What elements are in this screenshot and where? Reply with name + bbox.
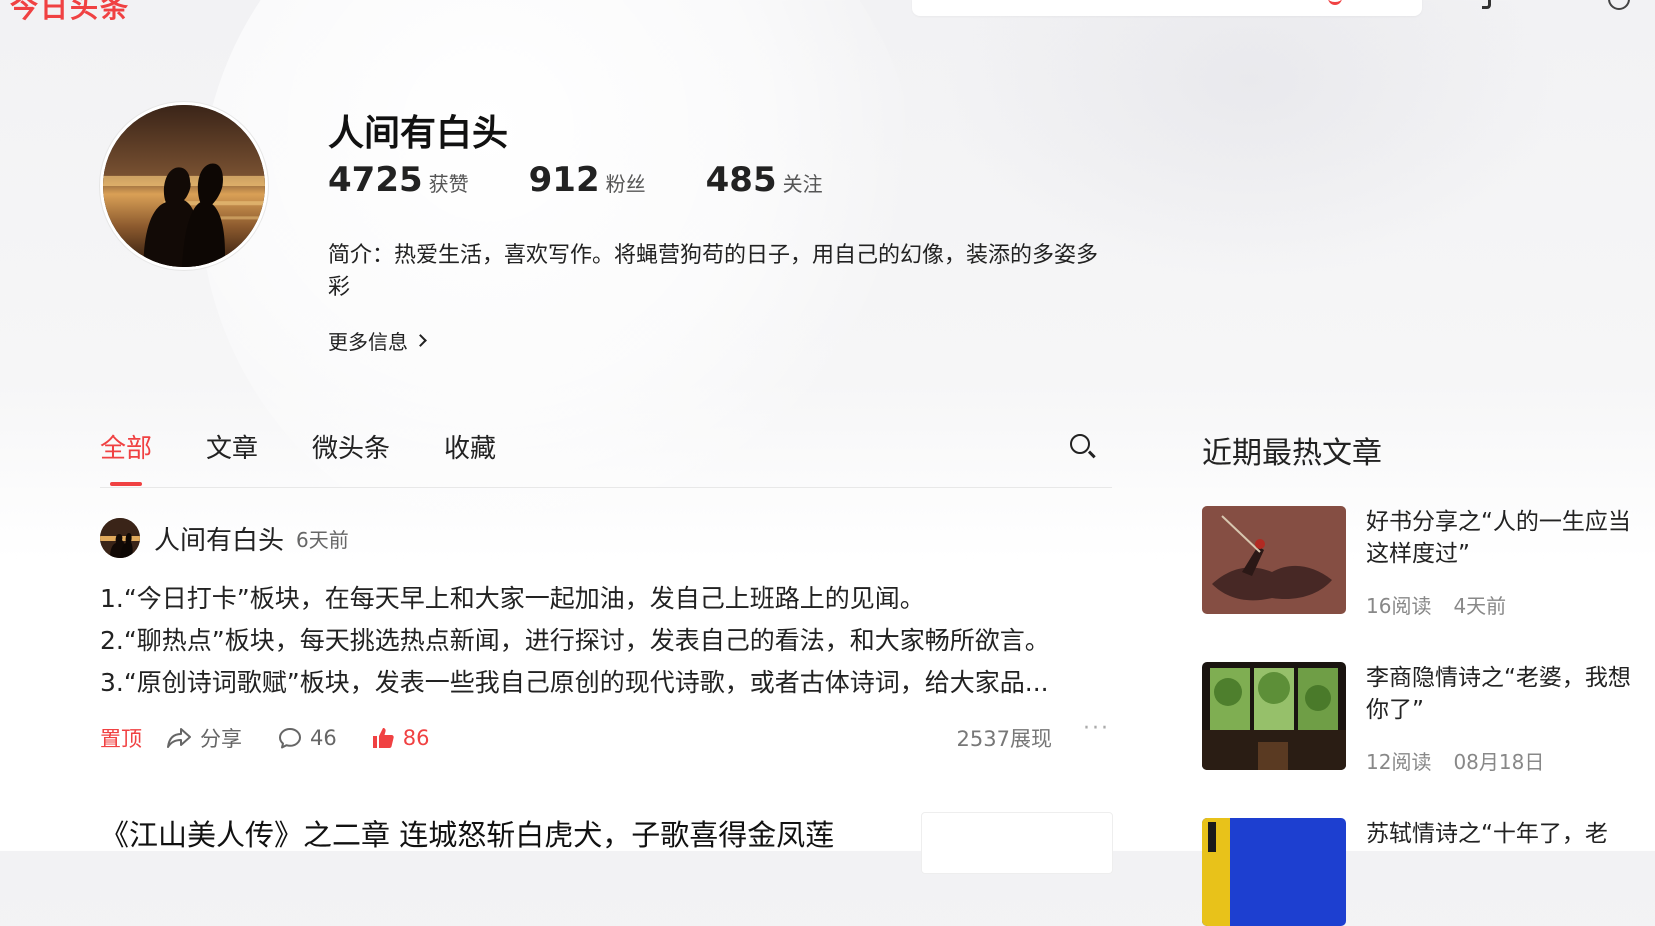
post-line: 3.“原创诗词歌赋”板块，发表一些我自己原创的现代诗歌，或者古体诗词，给大家品.… — [100, 668, 1049, 697]
hot-article-title: 苏轼情诗之“十年了，老 — [1366, 821, 1608, 847]
post-timestamp: 6天前 — [296, 527, 349, 552]
top-search-box[interactable] — [912, 0, 1422, 16]
post-author[interactable]: 人间有白头 — [154, 520, 284, 557]
stat-followers[interactable]: 912 粉丝 — [529, 160, 646, 200]
hot-article-title: 李商隐情诗之“老婆，我想你了” — [1366, 665, 1631, 723]
view-count: 2537展现 — [956, 727, 1052, 751]
share-button[interactable]: 分享 — [166, 723, 242, 753]
tab-favorites[interactable]: 收藏 — [444, 428, 496, 465]
sidebar-title: 近期最热文章 — [1202, 436, 1382, 471]
comment-icon — [279, 728, 301, 749]
pinned-badge: 置顶 — [100, 727, 142, 751]
publish-time: 4天前 — [1453, 594, 1507, 618]
hot-article-meta: 12阅读 08月18日 — [1366, 746, 1544, 775]
stat-number: 4725 — [328, 160, 423, 200]
post-actions: 置顶 分享 46 86 2537展现 ··· — [100, 716, 1112, 754]
stat-likes[interactable]: 4725 获赞 — [328, 160, 469, 200]
stat-label: 粉丝 — [605, 172, 646, 196]
more-info-label: 更多信息 — [328, 330, 408, 354]
publish-time: 08月18日 — [1453, 750, 1545, 774]
post-header: 人间有白头 6天前 — [100, 518, 349, 558]
thumbs-up-icon — [372, 728, 394, 748]
post-line: 1.“今日打卡”板块，在每天早上和大家一起加油，发自己上班路上的见闻。 — [100, 584, 925, 613]
divider — [100, 487, 1112, 488]
share-icon — [167, 728, 191, 748]
user-menu-icon[interactable] — [1608, 0, 1630, 10]
background-decoration — [940, 0, 1560, 280]
tab-articles[interactable]: 文章 — [206, 428, 258, 465]
stat-following[interactable]: 485 关注 — [706, 160, 823, 200]
profile-stats: 4725 获赞 912 粉丝 485 关注 — [328, 160, 883, 200]
hot-article-meta: 16阅读 4天前 — [1366, 590, 1506, 619]
post-line: 2.“聊热点”板块，每天挑选热点新闻，进行探讨，发表自己的看法，和大家畅所欲言。 — [100, 626, 1050, 655]
tab-micro-posts[interactable]: 微头条 — [312, 428, 390, 465]
article-thumbnail — [1202, 506, 1346, 614]
stat-label: 获赞 — [428, 172, 469, 196]
article-thumbnail — [1202, 818, 1346, 926]
avatar[interactable] — [100, 518, 140, 558]
hot-article-title: 好书分享之“人的一生应当这样度过” — [1366, 509, 1631, 567]
read-count: 12阅读 — [1366, 750, 1432, 774]
article-title[interactable]: 《江山美人传》之二章 连城怒斩白虎犬，子歌喜得金凤莲 — [100, 812, 834, 854]
share-label: 分享 — [200, 727, 242, 751]
article-thumbnail[interactable] — [921, 812, 1113, 874]
comment-count: 46 — [310, 726, 337, 750]
profile-bio: 简介：热爱生活，喜欢写作。将蝇营狗苟的日子，用自己的幻像，装添的多姿多彩 — [328, 243, 1099, 300]
tab-all[interactable]: 全部 — [100, 428, 152, 486]
article-thumbnail — [1202, 662, 1346, 770]
more-options-button[interactable]: ··· — [1083, 716, 1110, 741]
search-icon[interactable] — [1070, 434, 1096, 458]
like-count: 86 — [402, 726, 430, 750]
stat-number: 485 — [705, 160, 777, 200]
more-info-link[interactable]: 更多信息 — [328, 326, 427, 355]
read-count: 16阅读 — [1366, 594, 1432, 618]
comment-button[interactable]: 46 — [278, 726, 337, 750]
profile-name: 人间有白头 — [328, 113, 509, 154]
chevron-right-icon — [414, 334, 427, 347]
search-icon[interactable] — [1328, 0, 1342, 5]
nav-icon[interactable] — [1482, 0, 1491, 9]
like-button[interactable]: 86 — [371, 726, 430, 750]
stat-number: 912 — [528, 160, 600, 200]
site-logo[interactable]: 今日头条 — [10, 0, 130, 26]
content-tabs: 全部 文章 微头条 收藏 — [100, 428, 550, 486]
stat-label: 关注 — [782, 172, 823, 196]
profile-avatar — [100, 102, 268, 270]
post-content[interactable]: 1.“今日打卡”板块，在每天早上和大家一起加油，发自己上班路上的见闻。 2.“聊… — [100, 578, 1112, 704]
